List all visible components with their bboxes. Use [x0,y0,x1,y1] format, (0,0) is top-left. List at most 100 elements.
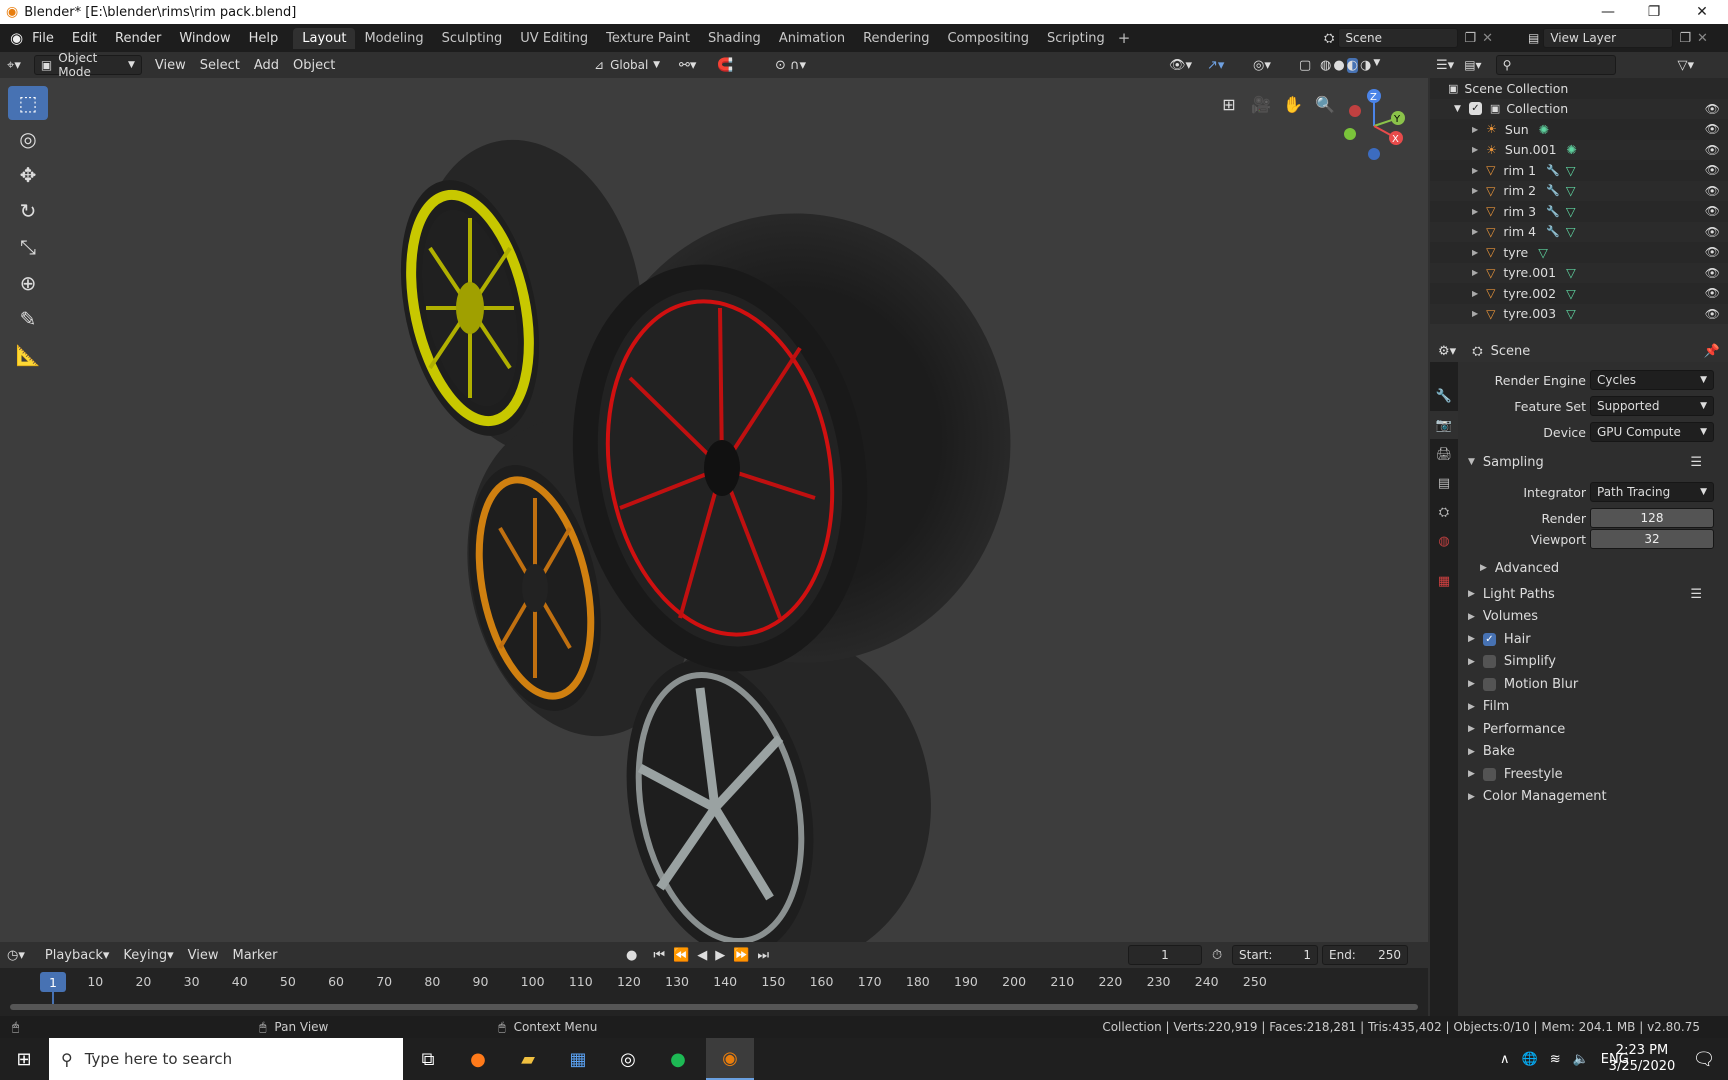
light-data-icon[interactable]: ✺ [1539,122,1549,137]
workspace-tab-texture-paint[interactable]: Texture Paint [597,28,699,49]
wifi-icon[interactable]: ≋ [1550,1052,1561,1067]
timeline-menu-keying[interactable]: Keying ▾ [116,944,180,966]
mesh-data-icon[interactable]: ▽ [1566,163,1576,178]
rotate-tool-icon[interactable]: ↻ [8,194,48,228]
jump-end-icon[interactable]: ⏭ [757,948,769,963]
outliner-object-row[interactable]: ▶ ▽ rim 4 🔧 ▽ 👁 [1430,221,1728,242]
section-simplify[interactable]: ▶ Simplify [1458,650,1728,674]
workspace-tab-modeling[interactable]: Modeling [355,28,432,49]
record-icon[interactable]: ● [626,948,637,963]
current-frame-field[interactable]: 1 [1128,945,1202,965]
properties-editor-icon[interactable]: ⚙▾ [1438,344,1456,359]
section-color-management[interactable]: ▶ Color Management [1458,785,1728,809]
workspace-tab-layout[interactable]: Layout [293,27,356,49]
expand-arrow-icon[interactable]: ▶ [1472,268,1478,277]
wrench-icon[interactable]: 🔧 [1546,164,1560,177]
restore-button[interactable]: ❐ [1632,0,1676,24]
menu-help[interactable]: Help [240,31,288,46]
wrench-icon[interactable]: 🔧 [1546,205,1560,218]
section-performance[interactable]: ▶ Performance [1458,717,1728,741]
eye-icon[interactable]: 👁 [1705,225,1720,239]
menu-file[interactable]: File [23,31,63,46]
transform-orientation[interactable]: ⊿ Global ▼ [588,55,666,75]
expand-arrow-icon[interactable]: ▶ [1472,125,1478,134]
transform-tool-icon[interactable]: ⊕ [8,266,48,300]
overlay-icon[interactable]: ◎▾ [1246,54,1278,76]
scene-field[interactable]: Scene [1338,28,1459,48]
eye-icon[interactable]: 👁 [1705,163,1720,177]
mesh-data-icon[interactable]: ▽ [1566,306,1576,321]
scene-tab-icon[interactable]: ⛭ [1430,498,1458,526]
firefox-icon[interactable]: ● [454,1038,502,1080]
play-icon[interactable]: ▶ [715,948,725,963]
move-tool-icon[interactable]: ✥ [8,158,48,192]
world-tab-icon[interactable]: ◍ [1430,527,1458,555]
expand-arrow-icon[interactable]: ▶ [1472,186,1478,195]
display-mode-icon[interactable]: ▤▾ [1464,58,1481,72]
camera-view-icon[interactable]: 🎥 [1247,90,1275,118]
workspace-tab-rendering[interactable]: Rendering [854,28,938,49]
section-checkbox[interactable] [1482,655,1496,668]
end-frame-field[interactable]: End: 250 [1322,945,1408,965]
mode-selector[interactable]: ▣ Object Mode ▼ [33,51,142,79]
render-samples-field[interactable]: 128 [1590,508,1714,528]
close-button[interactable]: ✕ [1680,0,1724,24]
new-view-layer-icon[interactable]: ❐ [1679,31,1691,46]
mesh-data-icon[interactable]: ▽ [1538,245,1548,260]
select-box-tool-icon[interactable]: ⬚ [8,86,48,120]
mesh-data-icon[interactable]: ▽ [1566,224,1576,239]
timeline-menu-playback[interactable]: Playback ▾ [38,944,117,966]
outliner-object-row[interactable]: ▶ ☀ Sun ✺ 👁 [1430,119,1728,140]
filter-icon[interactable]: ▽▾ [1677,58,1694,73]
integrator-dropdown[interactable]: Path Tracing ▼ [1590,482,1714,502]
ortho-toggle-icon[interactable]: ⊞ [1215,90,1243,118]
playhead[interactable]: 1 [40,972,66,992]
section-checkbox[interactable] [1482,767,1496,781]
wrench-icon[interactable]: 🔧 [1546,184,1560,197]
new-scene-icon[interactable]: ❐ [1464,31,1476,46]
expand-arrow-icon[interactable]: ▶ [1472,248,1478,257]
viewport-menu-view[interactable]: View [148,54,193,76]
scene-icon[interactable]: ⛭ [1324,31,1334,46]
network-icon[interactable]: 🌐 [1522,1052,1538,1067]
tool-tab-icon[interactable]: 🔧 [1430,382,1458,410]
section-freestyle[interactable]: ▶ Freestyle [1458,762,1728,786]
render-engine-dropdown[interactable]: Cycles ▼ [1590,370,1714,390]
proportional-edit-icon[interactable]: ⊙ ∩▾ [768,54,813,76]
viewport-menu-select[interactable]: Select [193,54,247,76]
snap-icon[interactable]: 🧲 [710,54,740,76]
section-hair[interactable]: ▶ ✓ Hair [1458,627,1728,651]
chevron-down-icon[interactable]: ▼ [1373,58,1380,73]
view-layer-field[interactable]: View Layer [1543,28,1674,48]
expand-arrow-icon[interactable]: ▶ [1472,166,1478,175]
add-workspace-icon[interactable]: + [1118,29,1131,47]
eye-icon[interactable]: 👁 [1705,102,1720,116]
sampling-section[interactable]: ▼ Sampling ☰ [1458,450,1728,474]
blender-taskbar-icon[interactable]: ◉ [706,1038,754,1080]
pivot-icon[interactable]: ⚯▾ [672,54,703,76]
section-light-paths[interactable]: ▶ Light Paths ☰ [1458,582,1728,606]
section-checkbox[interactable]: ✓ [1482,632,1496,646]
render-tab-icon[interactable]: 📷 [1430,411,1458,439]
spotify-icon[interactable]: ● [654,1038,702,1080]
eye-icon[interactable]: 👁 [1705,122,1720,136]
workspace-tab-compositing[interactable]: Compositing [938,28,1038,49]
outliner-editor-icon[interactable]: ☰▾ [1436,58,1454,73]
play-reverse-icon[interactable]: ◀ [697,948,707,963]
material-shading-icon[interactable]: ◐ [1346,57,1359,73]
section-motion-blur[interactable]: ▶ Motion Blur [1458,672,1728,696]
jump-start-icon[interactable]: ⏮ [653,948,665,963]
pan-hand-icon[interactable]: ✋ [1279,90,1307,118]
workspace-tab-shading[interactable]: Shading [699,28,770,49]
eye-icon[interactable]: 👁 [1705,286,1720,300]
viewport-menu-object[interactable]: Object [286,54,342,76]
zoom-icon[interactable]: 🔍 [1311,90,1339,118]
outliner-search-input[interactable]: ⚲ [1495,55,1616,75]
advanced-subsection[interactable]: ▶ Advanced [1458,556,1728,580]
timeline-editor-icon[interactable]: ◷▾ [0,944,32,966]
outliner-object-row[interactable]: ▶ ▽ tyre.003 ▽ 👁 [1430,303,1728,324]
list-icon[interactable]: ☰ [1690,587,1702,602]
solid-shading-icon[interactable]: ● [1333,58,1344,73]
expand-arrow-icon[interactable]: ▶ [1472,145,1478,154]
section-checkbox[interactable] [1482,677,1496,691]
